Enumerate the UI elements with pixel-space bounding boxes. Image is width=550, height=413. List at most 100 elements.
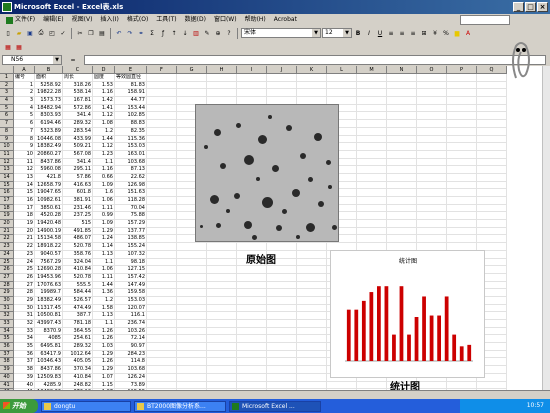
table-cell[interactable] bbox=[177, 273, 207, 282]
row-header[interactable]: 4 bbox=[0, 97, 13, 105]
table-cell[interactable]: 474.49 bbox=[63, 304, 93, 313]
table-cell[interactable] bbox=[267, 296, 297, 305]
table-cell[interactable] bbox=[447, 227, 477, 236]
table-cell[interactable]: 15 bbox=[14, 189, 35, 197]
row-header[interactable]: 24 bbox=[0, 251, 13, 259]
row-header[interactable]: 35 bbox=[0, 335, 13, 344]
table-cell[interactable]: 127.15 bbox=[115, 266, 147, 274]
table-cell[interactable]: 1012.64 bbox=[63, 350, 93, 359]
row-header[interactable]: 14 bbox=[0, 174, 13, 182]
table-cell[interactable]: 19 bbox=[14, 220, 35, 228]
table-cell[interactable]: 781.18 bbox=[63, 320, 93, 328]
table-cell[interactable]: 114.8 bbox=[115, 358, 147, 367]
table-cell[interactable]: 1.11 bbox=[93, 273, 115, 282]
row-header[interactable]: 25 bbox=[0, 259, 13, 267]
table-cell[interactable] bbox=[477, 189, 507, 197]
table-cell[interactable]: 编号 bbox=[14, 74, 35, 82]
table-cell[interactable]: 43997.43 bbox=[35, 320, 63, 328]
table-cell[interactable] bbox=[237, 281, 267, 290]
row-header[interactable]: 12 bbox=[0, 159, 13, 167]
row-header[interactable]: 22 bbox=[0, 235, 13, 244]
table-cell[interactable] bbox=[147, 166, 177, 174]
table-cell[interactable] bbox=[357, 143, 387, 151]
table-cell[interactable]: 555.5 bbox=[63, 281, 93, 290]
table-cell[interactable] bbox=[177, 250, 207, 259]
table-cell[interactable]: 567.08 bbox=[63, 150, 93, 159]
table-cell[interactable] bbox=[387, 212, 417, 221]
table-cell[interactable] bbox=[357, 173, 387, 182]
table-cell[interactable] bbox=[357, 89, 387, 98]
table-cell[interactable]: 153.03 bbox=[115, 296, 147, 305]
column-header[interactable]: D bbox=[93, 66, 115, 74]
drawing-icon[interactable]: ✎ bbox=[202, 28, 212, 38]
table-cell[interactable]: 1.13 bbox=[93, 312, 115, 320]
table-cell[interactable]: 1.06 bbox=[93, 197, 115, 205]
table-cell[interactable] bbox=[177, 289, 207, 297]
table-cell[interactable] bbox=[447, 104, 477, 113]
row-header[interactable]: 36 bbox=[0, 343, 13, 351]
row-header[interactable]: 13 bbox=[0, 166, 13, 174]
table-cell[interactable] bbox=[447, 173, 477, 182]
table-cell[interactable]: 12690.28 bbox=[35, 266, 63, 274]
column-header[interactable]: M bbox=[357, 66, 387, 74]
table-cell[interactable] bbox=[417, 112, 447, 121]
table-cell[interactable]: 82.35 bbox=[115, 127, 147, 136]
table-cell[interactable] bbox=[147, 296, 177, 305]
row-header[interactable]: 19 bbox=[0, 212, 13, 221]
table-cell[interactable] bbox=[447, 112, 477, 121]
table-cell[interactable]: 381.91 bbox=[63, 197, 93, 205]
table-cell[interactable] bbox=[267, 366, 297, 374]
table-cell[interactable]: 7567.29 bbox=[35, 258, 63, 267]
table-cell[interactable] bbox=[147, 304, 177, 313]
table-cell[interactable] bbox=[477, 173, 507, 182]
align-center-icon[interactable]: ≡ bbox=[397, 28, 407, 38]
table-cell[interactable] bbox=[147, 312, 177, 320]
table-cell[interactable]: 10 bbox=[14, 150, 35, 159]
hyperlink-icon[interactable]: ⚭ bbox=[136, 28, 146, 38]
table-cell[interactable] bbox=[327, 89, 357, 98]
table-cell[interactable]: 289.32 bbox=[63, 120, 93, 128]
table-cell[interactable] bbox=[267, 304, 297, 313]
table-cell[interactable] bbox=[147, 197, 177, 205]
table-cell[interactable] bbox=[177, 350, 207, 359]
table-cell[interactable]: 138.85 bbox=[115, 235, 147, 244]
column-header[interactable]: P bbox=[447, 66, 477, 74]
table-cell[interactable] bbox=[417, 235, 447, 244]
sort-asc-icon[interactable]: ↑ bbox=[169, 28, 179, 38]
table-cell[interactable]: 526.57 bbox=[63, 296, 93, 305]
table-cell[interactable] bbox=[147, 335, 177, 344]
table-cell[interactable] bbox=[387, 135, 417, 144]
table-cell[interactable]: 515 bbox=[63, 220, 93, 228]
table-cell[interactable] bbox=[327, 81, 357, 90]
table-cell[interactable] bbox=[387, 197, 417, 205]
table-cell[interactable] bbox=[417, 220, 447, 228]
table-cell[interactable]: 1.26 bbox=[93, 335, 115, 344]
table-cell[interactable] bbox=[357, 235, 387, 244]
table-cell[interactable] bbox=[237, 366, 267, 374]
table-cell[interactable] bbox=[357, 81, 387, 90]
table-cell[interactable] bbox=[147, 204, 177, 213]
table-cell[interactable] bbox=[447, 120, 477, 128]
table-cell[interactable] bbox=[267, 243, 297, 251]
table-cell[interactable] bbox=[237, 343, 267, 351]
table-cell[interactable]: 4085 bbox=[35, 335, 63, 344]
column-header[interactable]: E bbox=[115, 66, 147, 74]
table-cell[interactable]: 254.61 bbox=[63, 335, 93, 344]
table-cell[interactable]: 75.88 bbox=[115, 212, 147, 221]
table-cell[interactable] bbox=[357, 112, 387, 121]
table-cell[interactable]: 2 bbox=[14, 89, 35, 98]
table-cell[interactable] bbox=[417, 204, 447, 213]
table-cell[interactable]: 19453.96 bbox=[35, 273, 63, 282]
table-cell[interactable] bbox=[237, 296, 267, 305]
table-cell[interactable] bbox=[267, 273, 297, 282]
table-cell[interactable]: 284.23 bbox=[115, 350, 147, 359]
table-cell[interactable]: 8437.86 bbox=[35, 366, 63, 374]
table-cell[interactable] bbox=[417, 74, 447, 82]
table-cell[interactable]: 17 bbox=[14, 204, 35, 213]
table-cell[interactable] bbox=[417, 381, 447, 390]
table-cell[interactable] bbox=[147, 150, 177, 159]
menu-tools[interactable]: 工具(T) bbox=[152, 14, 180, 26]
office-assistant-clippy[interactable] bbox=[506, 40, 536, 80]
table-cell[interactable] bbox=[237, 381, 267, 390]
table-cell[interactable] bbox=[147, 97, 177, 105]
